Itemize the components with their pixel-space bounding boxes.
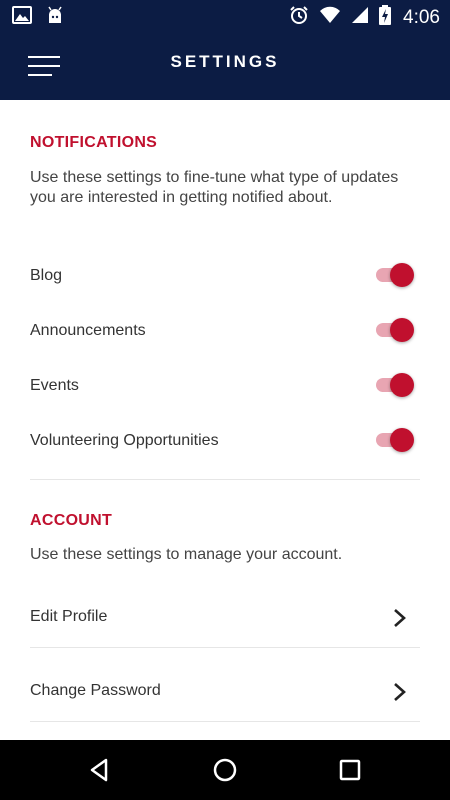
app-bar: SETTINGS: [0, 32, 450, 100]
wifi-icon: [319, 6, 341, 29]
volunteering-toggle[interactable]: [376, 427, 416, 453]
row-divider: [30, 647, 420, 648]
chevron-right-icon: [390, 607, 410, 629]
toggle-thumb: [390, 263, 414, 287]
notifications-description: Use these settings to fine-tune what typ…: [30, 169, 399, 206]
setting-label-events: Events: [30, 377, 79, 394]
events-toggle[interactable]: [376, 372, 416, 398]
toggle-thumb: [390, 318, 414, 342]
page-title: SETTINGS: [170, 52, 280, 71]
edit-profile-row[interactable]: Edit Profile: [0, 588, 450, 648]
announcements-toggle[interactable]: [376, 317, 416, 343]
change-password-row[interactable]: Change Password: [0, 662, 450, 722]
android-icon: [46, 6, 64, 29]
image-icon: [12, 6, 32, 29]
setting-label-blog: Blog: [30, 267, 63, 284]
blog-toggle[interactable]: [376, 262, 416, 288]
account-description: Use these settings to manage your accoun…: [30, 546, 343, 563]
setting-label-volunteering: Volunteering Opportunities: [30, 432, 219, 449]
alarm-icon: [289, 5, 309, 30]
section-divider: [30, 479, 420, 480]
change-password-label: Change Password: [30, 682, 161, 699]
notifications-section-title: NOTIFICATIONS: [30, 134, 158, 151]
toggle-thumb: [390, 373, 414, 397]
status-time: 4:06: [403, 6, 440, 28]
header: 4:06 SETTINGS: [0, 0, 450, 100]
account-section-title: ACCOUNT: [30, 512, 113, 529]
recents-square-icon[interactable]: [334, 754, 366, 786]
chevron-right-icon: [390, 681, 410, 703]
signal-icon: [351, 6, 369, 29]
system-navigation-bar: [0, 740, 450, 800]
setting-label-announcements: Announcements: [30, 322, 146, 339]
edit-profile-label: Edit Profile: [30, 608, 108, 625]
battery-charging-icon: [379, 5, 392, 30]
back-triangle-icon[interactable]: [84, 754, 116, 786]
status-bar: 4:06: [0, 0, 450, 32]
toggle-thumb: [390, 428, 414, 452]
row-divider: [30, 721, 420, 722]
home-circle-icon[interactable]: [209, 754, 241, 786]
